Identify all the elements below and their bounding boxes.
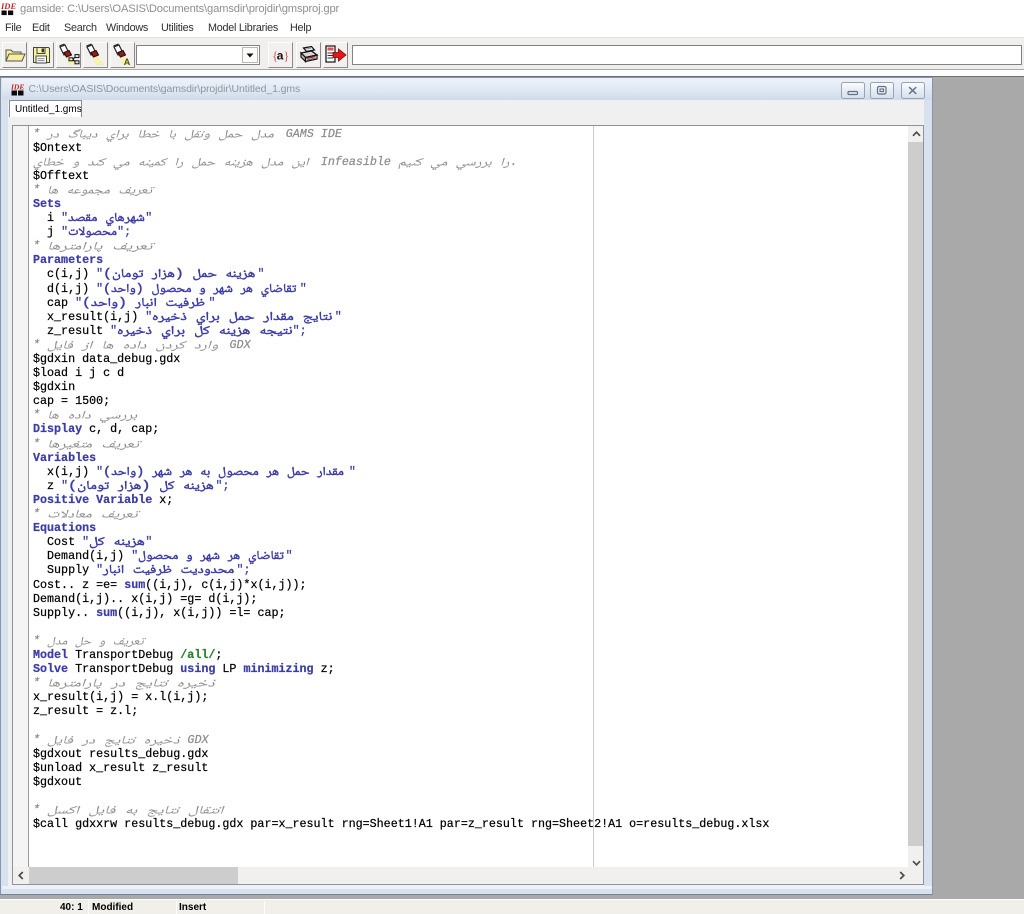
svg-text:}: } xyxy=(283,48,289,63)
svg-text:IDE: IDE xyxy=(11,83,24,92)
svg-text:IDE: IDE xyxy=(1,1,16,11)
svg-text:A: A xyxy=(124,57,131,67)
